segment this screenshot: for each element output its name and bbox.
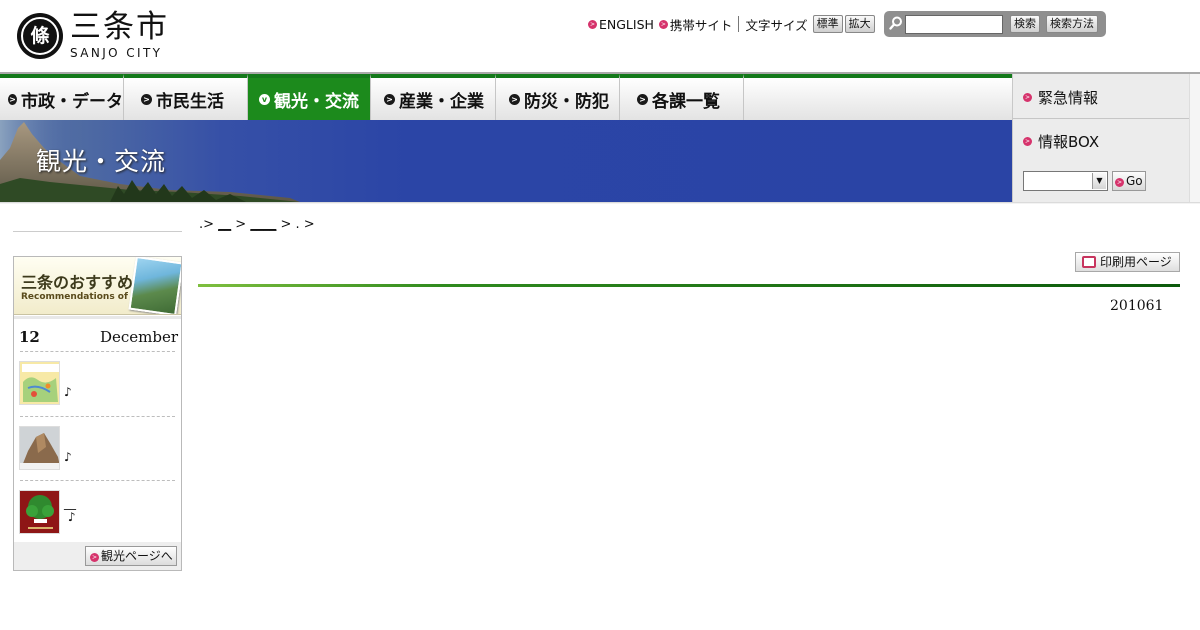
- arrow-right-icon: >: [1023, 93, 1032, 102]
- divider: [738, 16, 740, 32]
- arrow-right-icon: >: [509, 93, 520, 105]
- section-banner: 観光・交流: [0, 120, 1012, 202]
- info-box-label: 情報BOX: [1038, 133, 1100, 151]
- dashed-divider: [20, 480, 175, 481]
- english-link[interactable]: ENGLISH: [599, 17, 654, 32]
- font-standard-button[interactable]: 標準: [812, 15, 843, 33]
- nav-disaster-crime[interactable]: > 防災・防犯: [496, 74, 620, 120]
- nav-departments[interactable]: > 各課一覧: [620, 74, 744, 120]
- recommendation-text: ♪: [64, 385, 72, 399]
- header-shadow: [0, 202, 1200, 204]
- banner-title: 観光・交流: [36, 147, 167, 176]
- recommendation-text: __ ♪: [64, 496, 76, 524]
- nav-label: 市民生活: [156, 91, 224, 112]
- chevron-down-icon: ▼: [1092, 173, 1106, 189]
- recommendation-text: ♪: [64, 450, 72, 464]
- search-button[interactable]: 検索: [1010, 15, 1040, 33]
- arrow-right-icon: >: [141, 93, 152, 105]
- arrow-right-icon: >: [637, 93, 648, 105]
- global-navigation: > 市政・データ > 市民生活 v 観光・交流 > 産業・企業 > 防災・防犯 …: [0, 74, 1012, 120]
- info-box-link[interactable]: > 情報BOX: [1023, 131, 1099, 152]
- city-emblem-icon: 條: [17, 13, 63, 59]
- emergency-info-link[interactable]: > 緊急情報: [1023, 87, 1098, 108]
- arrow-right-icon: >: [8, 93, 17, 105]
- search-box: 検索 検索方法: [884, 11, 1106, 37]
- nav-label: 市政・データ: [21, 91, 123, 112]
- content-title-rule: [198, 284, 1180, 287]
- nav-tourism-exchange[interactable]: v 観光・交流: [248, 74, 371, 120]
- publish-date: 201061: [1110, 298, 1164, 314]
- nav-label: 各課一覧: [652, 91, 720, 112]
- print-page-button[interactable]: 印刷用ページ: [1075, 252, 1180, 272]
- divider: [1013, 118, 1190, 119]
- date-day: 12: [19, 328, 40, 346]
- font-size-label: 文字サイズ: [745, 17, 808, 33]
- emergency-info-label: 緊急情報: [1038, 89, 1099, 107]
- right-edge-strip: [1189, 74, 1200, 202]
- left-divider: [13, 231, 182, 232]
- mountain-photo-icon: [128, 257, 181, 314]
- list-item[interactable]: ♪: [19, 426, 179, 472]
- arrow-right-icon: >: [1023, 137, 1032, 146]
- search-help-button[interactable]: 検索方法: [1046, 15, 1098, 33]
- search-input[interactable]: [905, 15, 1003, 34]
- arrow-right-icon: >: [384, 93, 395, 105]
- breadcrumb-link[interactable]: ____: [250, 217, 276, 232]
- arrow-right-icon: >: [1115, 178, 1124, 187]
- arrow-right-icon: >: [90, 553, 99, 562]
- nav-industry-business[interactable]: > 産業・企業: [371, 74, 496, 120]
- breadcrumb-link[interactable]: __: [218, 217, 231, 232]
- nav-citizen-life[interactable]: > 市民生活: [124, 74, 248, 120]
- event-poster-thumbnail-icon: [19, 490, 60, 534]
- nav-label: 産業・企業: [399, 91, 484, 112]
- nav-label: 防災・防犯: [524, 91, 609, 112]
- nav-filler: [744, 74, 1012, 120]
- recommendations-box: 三条のおすすめ Recommendations of Sanjo 12 Dece…: [13, 256, 182, 571]
- date-month: December: [99, 328, 178, 346]
- list-item[interactable]: ♪: [19, 361, 179, 407]
- printer-icon: [1082, 256, 1096, 268]
- arrow-down-icon: v: [259, 93, 270, 105]
- logo-english-name: SANJO CITY: [70, 46, 163, 60]
- nav-city-data[interactable]: > 市政・データ: [0, 74, 124, 120]
- search-icon: [889, 16, 902, 30]
- map-thumbnail-icon: [19, 361, 60, 405]
- info-box-select[interactable]: ▼: [1023, 171, 1108, 191]
- utility-bar: > ENGLISH > 携帯サイト 文字サイズ 標準 拡大: [588, 14, 877, 34]
- dashed-divider: [20, 351, 175, 352]
- mobile-site-link[interactable]: 携帯サイト: [670, 15, 733, 34]
- breadcrumb: .> __ > ____ > . >: [199, 217, 315, 232]
- dashed-divider: [20, 416, 175, 417]
- arrow-right-icon: >: [658, 19, 668, 29]
- rock-mountain-thumbnail-icon: [19, 426, 60, 470]
- site-header: 條 三条市 SANJO CITY > ENGLISH > 携帯サイト 文字サイズ…: [0, 0, 1200, 72]
- site-logo[interactable]: 條 三条市 SANJO CITY: [17, 12, 169, 60]
- recommendations-header: 三条のおすすめ Recommendations of Sanjo: [14, 257, 181, 315]
- go-button[interactable]: > Go: [1112, 171, 1146, 191]
- list-item[interactable]: __ ♪: [19, 490, 179, 536]
- arrow-right-icon: >: [588, 19, 597, 29]
- recommendations-body: 12 December ♪ ♪ __ ♪: [14, 316, 181, 542]
- recommendations-title: 三条のおすすめ: [21, 273, 134, 292]
- recommendation-date: 12 December: [19, 328, 178, 348]
- tourism-page-button[interactable]: > 観光ページへ: [85, 546, 177, 566]
- side-info-panel: > 緊急情報 > 情報BOX ▼ > Go: [1012, 74, 1190, 202]
- recommendations-footer: > 観光ページへ: [14, 542, 181, 570]
- logo-japanese-name: 三条市: [70, 9, 169, 45]
- nav-label: 観光・交流: [274, 91, 359, 112]
- font-enlarge-button[interactable]: 拡大: [844, 15, 875, 33]
